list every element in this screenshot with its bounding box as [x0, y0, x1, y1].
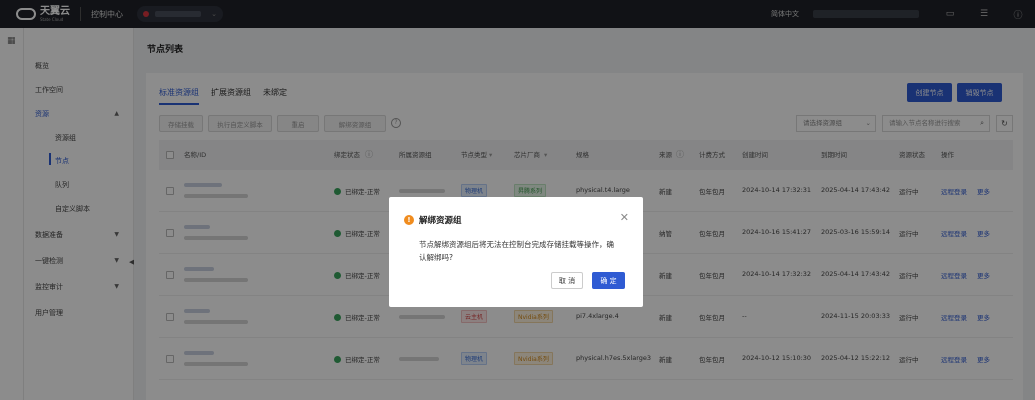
unbind-dialog: ! 解绑资源组 ✕ 节点解绑资源组后将无法在控制台完成存储挂载等操作，确认解绑吗… [389, 197, 643, 307]
dialog-title: 解绑资源组 [419, 216, 462, 226]
dialog-message: 节点解绑资源组后将无法在控制台完成存储挂载等操作，确认解绑吗? [419, 240, 614, 262]
warning-icon: ! [404, 215, 414, 225]
confirm-button[interactable]: 确 定 [592, 272, 625, 289]
cancel-button[interactable]: 取 消 [551, 272, 583, 289]
close-icon[interactable]: ✕ [620, 211, 629, 224]
